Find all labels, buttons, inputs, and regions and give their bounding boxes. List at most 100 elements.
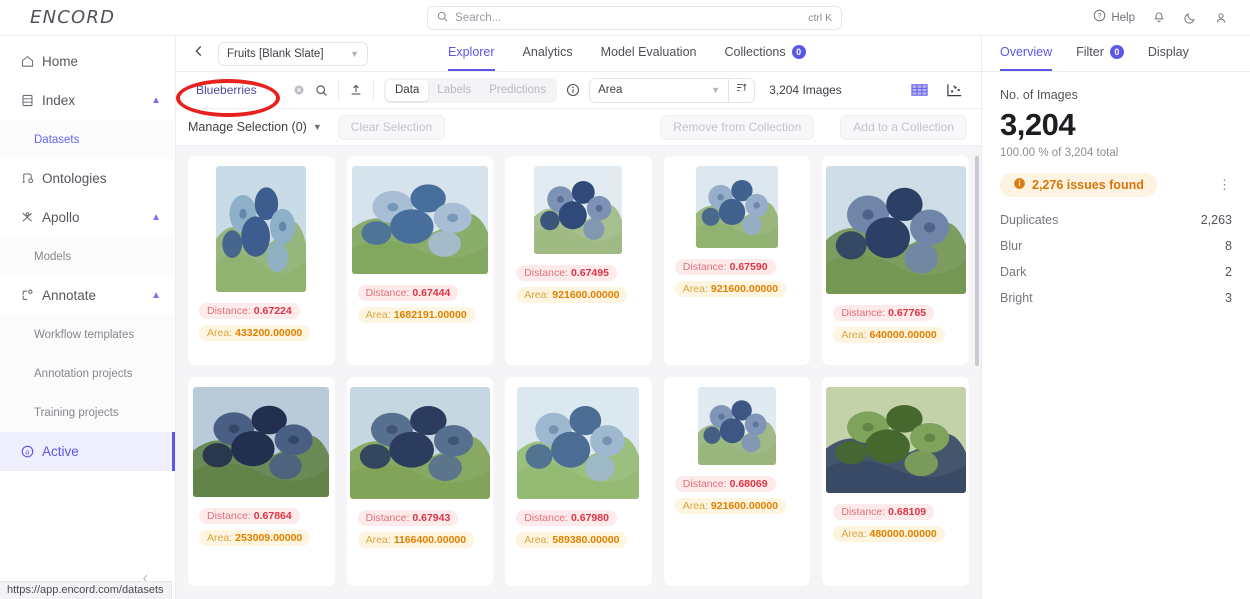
tab-label: Overview [1000, 45, 1053, 59]
back-button[interactable] [186, 41, 212, 67]
sidebar-subitem-models[interactable]: Models [0, 237, 175, 276]
images-count-value: 3,204 [1000, 107, 1076, 142]
moon-icon[interactable] [1183, 11, 1197, 25]
issue-row[interactable]: Duplicates 2,263 [1000, 207, 1232, 233]
sidebar-subitem-training-projects[interactable]: Training projects [0, 393, 175, 432]
upload-icon[interactable] [349, 83, 363, 97]
remove-from-collection-label: Remove from Collection [673, 120, 802, 134]
area-tag: Area: 921600.00000 [674, 498, 787, 514]
distance-label: Distance: [682, 478, 727, 490]
tab-label: Display [1147, 45, 1189, 59]
grid-view-icon[interactable] [911, 82, 928, 98]
sidebar-item-home[interactable]: Home [0, 42, 175, 81]
area-tag: Area: 589380.00000 [516, 532, 628, 548]
query-input[interactable]: Blueberries [188, 79, 293, 101]
metric-selector[interactable]: Area ▼ [589, 77, 730, 103]
tab-overview[interactable]: Overview [1000, 36, 1053, 71]
encord-logo[interactable]: ENCORD [0, 7, 176, 28]
distance-label: Distance: [524, 512, 568, 524]
sidebar-subitem-label: Training projects [34, 406, 119, 419]
remove-from-collection-button[interactable]: Remove from Collection [660, 114, 815, 140]
sidebar-nav: Home Index ▲ Datasets Ontologies Apollo … [0, 36, 175, 471]
sidebar-item-label: Active [42, 444, 79, 459]
area-value: 253009.00000 [235, 532, 303, 544]
tab-display[interactable]: Display [1148, 36, 1189, 71]
distance-value: 0.67444 [412, 287, 451, 299]
distance-label: Distance: [841, 506, 886, 518]
add-to-collection-label: Add to a Collection [853, 120, 954, 134]
image-card[interactable]: Distance: 0.67943 Area: 1166400.00000 [346, 377, 494, 586]
sort-button[interactable] [729, 77, 756, 103]
search-icon[interactable] [315, 84, 328, 97]
search-shortcut: ctrl K [808, 11, 833, 24]
image-card[interactable]: Distance: 0.67864 Area: 253009.00000 [188, 377, 335, 586]
help-button[interactable]: ? Help [1093, 9, 1135, 27]
sidebar-subitem-workflow-templates[interactable]: Workflow templates [0, 315, 175, 354]
distance-value: 0.67980 [570, 512, 609, 524]
user-icon[interactable] [1214, 11, 1228, 25]
tab-model-evaluation[interactable]: Model Evaluation [601, 36, 697, 71]
sidebar-item-ontologies[interactable]: Ontologies [0, 159, 175, 198]
chevron-up-icon[interactable]: ▲ [151, 212, 161, 223]
sidebar-item-index[interactable]: Index ▲ [0, 81, 175, 120]
distance-tag: Distance: 0.67224 [199, 303, 300, 319]
distance-value: 0.67495 [570, 267, 609, 279]
segment-labels[interactable]: Labels [428, 80, 480, 101]
tab-collections[interactable]: Collections 0 [724, 36, 806, 71]
sidebar-subitem-annotation-projects[interactable]: Annotation projects [0, 354, 175, 393]
sidebar-item-label: Annotate [42, 288, 97, 303]
issues-found-badge[interactable]: 2,276 issues found [1000, 173, 1157, 197]
grid-scrollbar[interactable] [975, 156, 979, 366]
clear-circle-icon[interactable] [293, 84, 305, 96]
image-thumbnail [351, 166, 488, 274]
tab-label: Model Evaluation [600, 45, 697, 59]
image-card[interactable]: Distance: 0.67224 Area: 433200.00000 [188, 156, 335, 365]
issue-row[interactable]: Bright 3 [1000, 285, 1232, 311]
image-card[interactable]: Distance: 0.68109 Area: 480000.00000 [822, 377, 969, 586]
issue-row[interactable]: Dark 2 [1000, 259, 1232, 285]
clear-selection-button[interactable]: Clear Selection [337, 114, 446, 140]
query-value: Blueberries [196, 83, 257, 97]
segment-predictions[interactable]: Predictions [480, 80, 555, 101]
image-card[interactable]: Distance: 0.67590 Area: 921600.00000 [663, 156, 811, 365]
chevron-down-icon: ▼ [350, 48, 359, 59]
apollo-icon [20, 210, 42, 225]
image-card[interactable]: Distance: 0.67444 Area: 1682191.00000 [346, 156, 494, 365]
image-card[interactable]: Distance: 0.67980 Area: 589380.00000 [505, 377, 652, 586]
project-selector[interactable]: Fruits [Blank Slate] ▼ [218, 41, 368, 66]
chevron-up-icon[interactable]: ▲ [151, 95, 161, 106]
distance-value: 0.67590 [729, 261, 768, 273]
tab-filter[interactable]: Filter 0 [1076, 36, 1124, 71]
info-circle-icon[interactable] [566, 83, 580, 97]
area-label: Area: [365, 534, 391, 546]
distance-value: 0.68109 [888, 506, 927, 518]
tab-label: Collections [724, 45, 786, 59]
more-vertical-icon[interactable]: ⋮ [1218, 177, 1232, 193]
card-metrics: Distance: 0.67864 Area: 253009.00000 [188, 497, 335, 550]
area-value: 640000.00000 [869, 329, 937, 341]
distance-value: 0.67224 [253, 305, 292, 317]
view-toggle-group [911, 82, 981, 98]
image-card[interactable]: Distance: 0.67495 Area: 921600.00000 [505, 156, 652, 365]
chevron-up-icon[interactable]: ▲ [151, 290, 161, 301]
segment-data[interactable]: Data [386, 79, 429, 101]
bell-icon[interactable] [1152, 11, 1166, 25]
sidebar-item-active[interactable]: a Active [0, 432, 175, 471]
image-count-label: 3,204 Images [769, 83, 842, 97]
issue-row[interactable]: Blur 8 [1000, 233, 1232, 259]
sidebar-subitem-datasets[interactable]: Datasets [0, 120, 175, 159]
add-to-collection-button[interactable]: Add to a Collection [840, 114, 967, 140]
image-card[interactable]: Distance: 0.68069 Area: 921600.00000 [663, 377, 811, 586]
toolbar-divider [338, 80, 339, 100]
chart-view-icon[interactable] [946, 82, 963, 98]
distance-label: Distance: [207, 510, 251, 522]
sidebar-item-annotate[interactable]: Annotate ▲ [0, 276, 175, 315]
distance-label: Distance: [365, 512, 410, 524]
manage-selection-button[interactable]: Manage Selection (0) ▼ [188, 120, 322, 134]
tab-explorer[interactable]: Explorer [448, 36, 495, 71]
right-panel: Overview Filter 0 Display No. of Images … [981, 36, 1250, 599]
global-search-input[interactable]: Search... ctrl K [427, 5, 843, 30]
image-card[interactable]: Distance: 0.67765 Area: 640000.00000 [822, 156, 969, 365]
tab-analytics[interactable]: Analytics [523, 36, 573, 71]
sidebar-item-apollo[interactable]: Apollo ▲ [0, 198, 175, 237]
